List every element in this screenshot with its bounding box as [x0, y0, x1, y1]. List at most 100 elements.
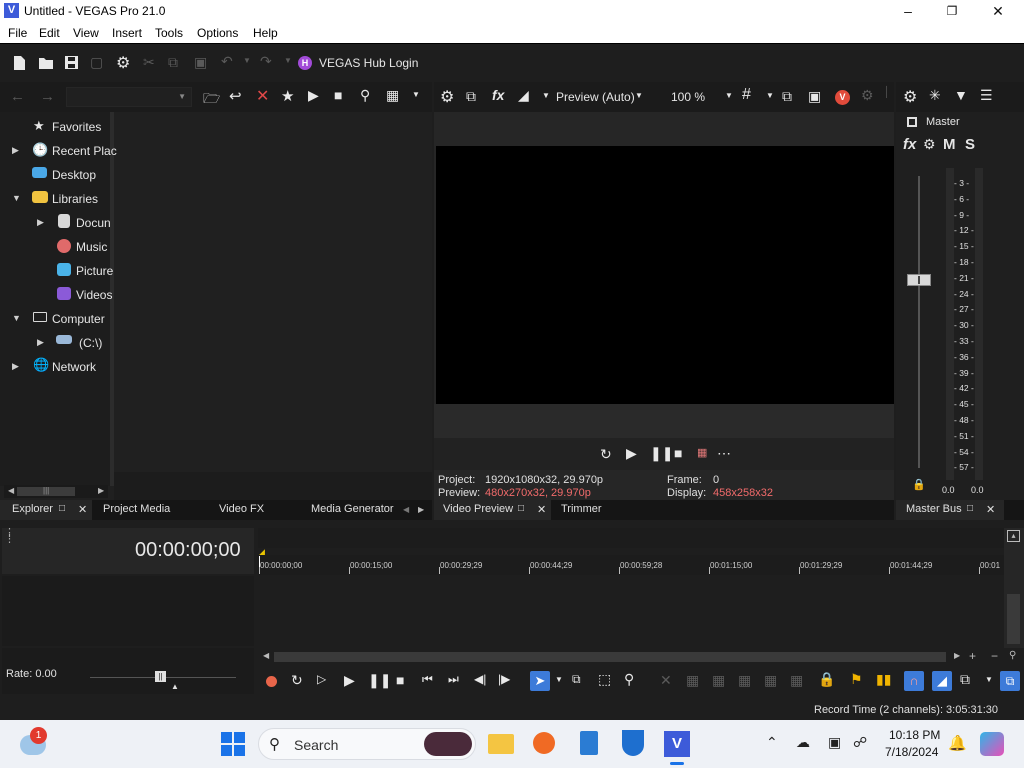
start-button-icon[interactable]	[221, 732, 245, 756]
timeline-scroll-thumb[interactable]	[274, 652, 946, 662]
rate-slider-handle[interactable]: ||	[155, 671, 166, 682]
tab-master-bus[interactable]: Master Bus	[906, 503, 962, 515]
zoom-out-icon[interactable]: −	[991, 649, 998, 663]
tree-item-music[interactable]: Music	[76, 240, 107, 254]
copy-icon[interactable]: ⧉	[168, 54, 178, 71]
tab-maximize-icon[interactable]: □	[59, 503, 65, 514]
record-button-icon[interactable]	[266, 676, 277, 687]
envelope-tool-icon[interactable]: ⧉	[572, 672, 581, 687]
preview-frame-icon[interactable]: ▦	[697, 446, 707, 459]
next-frame-icon[interactable]: |▶	[498, 672, 510, 686]
copy-snapshot-icon[interactable]: ⧉	[782, 88, 792, 105]
zoom-tool-icon[interactable]: ⚲	[1009, 650, 1016, 661]
loop-playback-icon[interactable]: ↻	[600, 446, 612, 463]
preview-zoom-dropdown[interactable]: 100 %	[671, 90, 705, 104]
menu-insert[interactable]: Insert	[112, 26, 142, 40]
redo-dropdown-icon[interactable]: ▼	[284, 56, 292, 65]
taskbar-search-box[interactable]: ⚲ Search	[258, 728, 476, 760]
tab-scroll-right-icon[interactable]: ▶	[418, 505, 424, 514]
firefox-icon[interactable]	[533, 732, 555, 754]
insert-marker-icon[interactable]: ⚑	[850, 671, 863, 688]
minimize-button[interactable]: –	[893, 2, 923, 20]
collapse-arrow-icon[interactable]: ▼	[12, 193, 21, 203]
tab-media-generators[interactable]: Media Generator	[311, 503, 394, 515]
cut-icon[interactable]: ✂	[143, 54, 155, 71]
menu-help[interactable]: Help	[253, 26, 278, 40]
forward-arrow-icon[interactable]: →	[40, 88, 55, 105]
tree-item-favorites[interactable]: Favorites	[52, 120, 101, 134]
volume-fader-handle[interactable]	[907, 274, 931, 286]
split-screen-icon[interactable]: ◢	[518, 87, 529, 104]
split-screen-dropdown-icon[interactable]: ▼	[542, 91, 550, 100]
tab-video-preview[interactable]: Video Preview	[443, 503, 513, 515]
tree-item-documents[interactable]: Docun	[76, 216, 111, 230]
downmix-icon[interactable]: ✳	[929, 87, 941, 104]
tab-explorer[interactable]: Explorer	[12, 503, 53, 515]
tree-item-desktop[interactable]: Desktop	[52, 168, 96, 182]
fader-lock-icon[interactable]: 🔒	[912, 478, 926, 491]
tree-item-pictures[interactable]: Picture	[76, 264, 113, 278]
edit-tool-dropdown-icon[interactable]: ▼	[555, 675, 563, 684]
horizontal-scrollbar[interactable]: ◀ ||| ▶	[4, 485, 108, 498]
expand-arrow-icon[interactable]: ▶	[12, 361, 19, 372]
dim-output-icon[interactable]: ▼	[954, 87, 968, 103]
up-folder-icon[interactable]: 🗁	[203, 88, 220, 112]
tab-close-icon[interactable]: ✕	[537, 503, 546, 516]
copilot-icon[interactable]	[980, 732, 1004, 756]
file-explorer-icon[interactable]	[488, 734, 514, 754]
tree-item-videos[interactable]: Videos	[76, 288, 112, 302]
tab-trimmer[interactable]: Trimmer	[561, 503, 602, 515]
preview-quality-dropdown-icon[interactable]: ▼	[635, 91, 643, 100]
preview-quality-dropdown[interactable]: Preview (Auto)	[556, 90, 635, 104]
master-fx-button[interactable]: fx	[903, 136, 916, 153]
master-checkbox[interactable]	[907, 117, 917, 127]
tree-item-recent-places[interactable]: Recent Plac	[52, 144, 117, 158]
timecode-display[interactable]: 00:00:00;00	[135, 539, 241, 562]
stop-icon[interactable]: ■	[334, 87, 342, 103]
automation-icon[interactable]: ⚙	[923, 136, 936, 153]
clock-date[interactable]: 7/18/2024	[885, 745, 938, 759]
render-icon[interactable]: ▢	[90, 54, 103, 71]
insert-region-icon[interactable]: ▮▮	[876, 671, 891, 688]
collapse-arrow-icon[interactable]: ▼	[12, 313, 21, 323]
scroll-left-icon[interactable]: ◀	[263, 651, 269, 660]
pause-icon[interactable]: ❚❚	[368, 672, 391, 689]
play-icon[interactable]: ▶	[344, 672, 355, 689]
drag-handle-icon[interactable]: ⋮ ⋮	[4, 528, 15, 545]
expand-arrow-icon[interactable]: ▶	[37, 217, 44, 228]
views-icon[interactable]: ▦	[386, 87, 399, 104]
new-file-icon[interactable]	[12, 55, 26, 71]
go-to-start-icon[interactable]: ⏮	[422, 672, 433, 687]
preview-more-icon[interactable]: ⋯	[717, 445, 731, 462]
preview-play-icon[interactable]: ▶	[626, 445, 637, 462]
track-area[interactable]	[258, 575, 1004, 649]
open-folder-icon[interactable]	[38, 55, 54, 70]
path-dropdown[interactable]: ▼	[66, 87, 192, 107]
normal-edit-tool-icon[interactable]: ➤	[530, 671, 550, 691]
external-monitor-icon[interactable]: ⧉	[466, 88, 476, 105]
video-preview-canvas[interactable]	[436, 146, 894, 404]
stop-icon[interactable]: ■	[396, 672, 404, 688]
play-icon[interactable]: ▶	[308, 87, 319, 104]
menu-view[interactable]: View	[73, 26, 99, 40]
snapping-icon[interactable]: ∩	[904, 671, 924, 691]
paste-icon[interactable]: ▣	[194, 54, 207, 71]
tab-video-fx[interactable]: Video FX	[219, 503, 264, 515]
views-dropdown-icon[interactable]: ▼	[412, 90, 420, 99]
overlays-dropdown-icon[interactable]: ▼	[766, 91, 774, 100]
previous-frame-icon[interactable]: ◀|	[474, 672, 486, 686]
auto-crossfade-icon[interactable]: ◢	[932, 671, 952, 691]
tab-close-icon[interactable]: ✕	[986, 503, 995, 516]
tab-close-icon[interactable]: ✕	[78, 503, 87, 516]
vertical-scrollbar[interactable]: ▴	[1004, 528, 1024, 648]
play-from-start-icon[interactable]: ▷	[317, 672, 326, 686]
network-offline-icon[interactable]: ☁	[796, 734, 810, 751]
vegas-hub-v-icon[interactable]: V	[835, 90, 850, 105]
tab-maximize-icon[interactable]: □	[518, 503, 524, 514]
expand-arrow-icon[interactable]: ▶	[37, 337, 44, 348]
vegas-hub-login-link[interactable]: VEGAS Hub Login	[319, 56, 418, 70]
save-snapshot-icon[interactable]: ▣	[808, 88, 821, 105]
selection-tool-icon[interactable]: ⬚	[598, 671, 611, 688]
undo-icon[interactable]: ↶	[221, 53, 233, 70]
loop-icon[interactable]: ↻	[291, 672, 303, 689]
